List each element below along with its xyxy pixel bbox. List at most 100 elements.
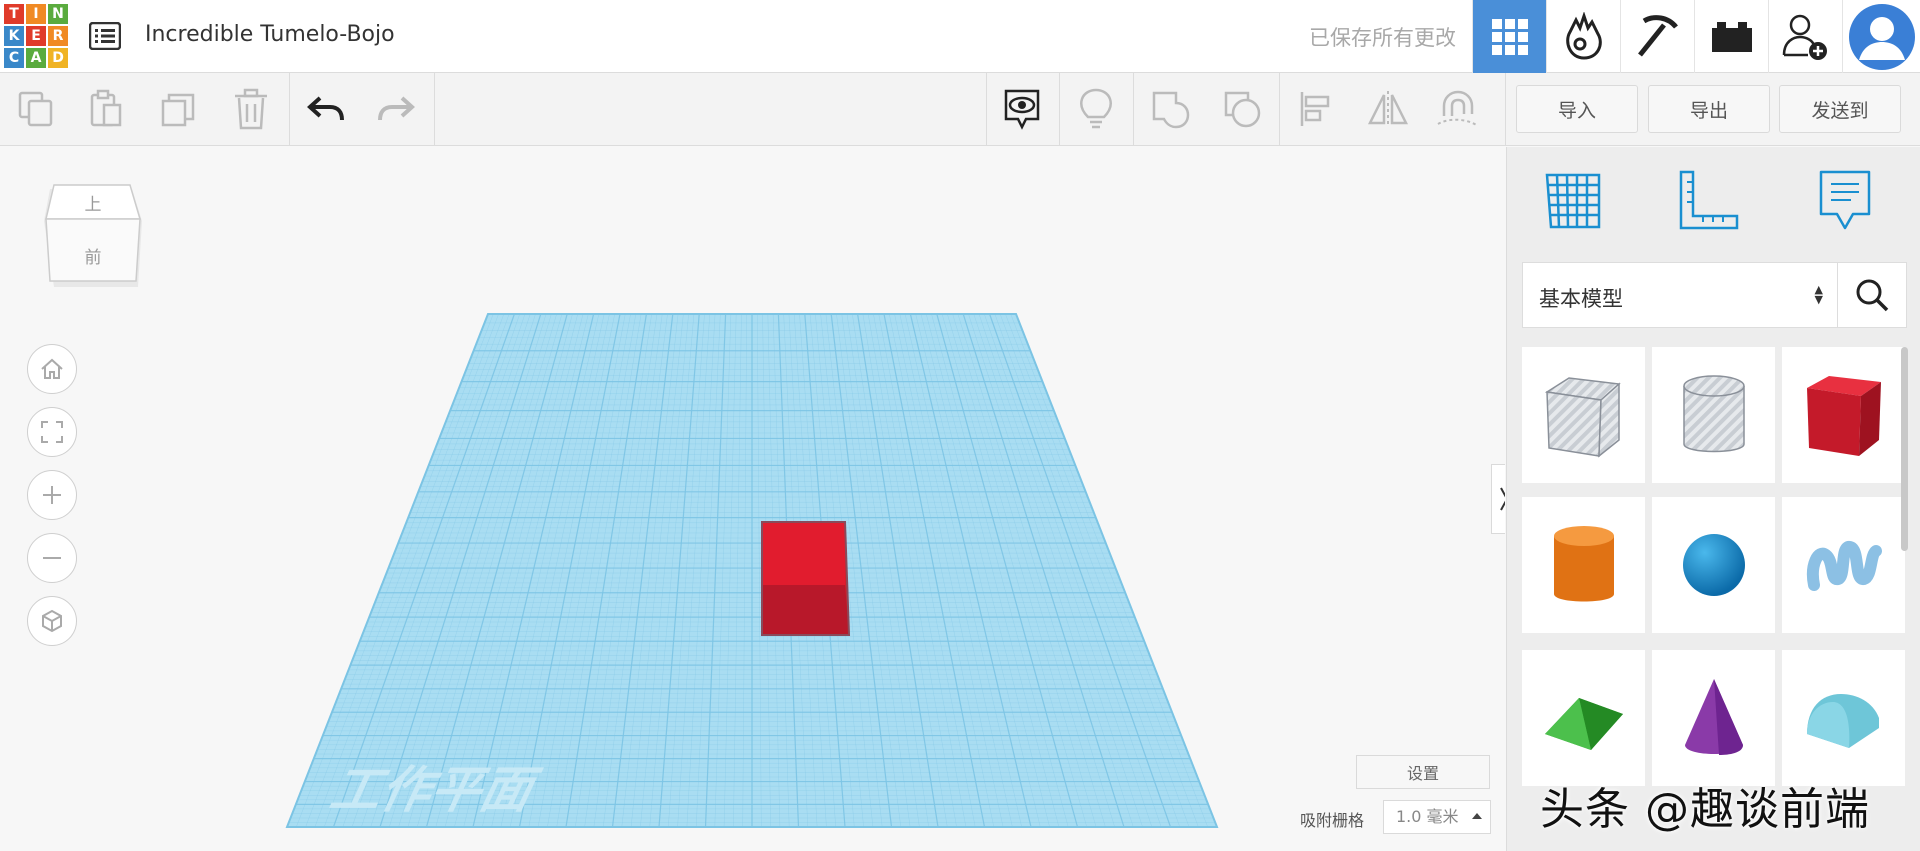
send-to-button[interactable]: 发送到 (1779, 85, 1901, 133)
tinkercad-logo[interactable]: T I N K E R C A D (4, 4, 68, 68)
group-icon (1152, 91, 1190, 129)
eye-icon (1004, 89, 1040, 130)
sphere-icon (1682, 534, 1745, 596)
toolbar-separator (1279, 73, 1280, 146)
ungroup-button[interactable] (1216, 83, 1268, 135)
workplane-grid-icon (1545, 173, 1601, 229)
toolbar-separator (986, 73, 987, 146)
redo-button[interactable] (370, 83, 422, 135)
group-button[interactable] (1144, 83, 1196, 135)
ruler-tool-button[interactable] (1674, 167, 1742, 235)
box-icon (1806, 376, 1881, 456)
shape-tile-box[interactable] (1782, 347, 1905, 483)
notes-tool-button[interactable] (1811, 167, 1879, 235)
shape-category-select[interactable]: 基本模型 ▲ ▼ (1522, 262, 1838, 328)
logo-letter: C (4, 48, 24, 68)
ungroup-icon (1224, 91, 1261, 128)
export-button[interactable]: 导出 (1648, 85, 1770, 133)
avatar-icon (1848, 3, 1915, 70)
cylinder-icon (1553, 526, 1614, 602)
show-all-button[interactable] (996, 83, 1048, 135)
undo-button[interactable] (300, 83, 352, 135)
add-user-icon (1782, 14, 1827, 60)
shapes-panel: 基本模型 ▲ ▼ (1506, 147, 1920, 851)
mirror-button[interactable] (1362, 83, 1414, 135)
toolbar-separator (434, 73, 435, 146)
cone-icon (1684, 679, 1743, 755)
magnet-icon (1437, 90, 1479, 127)
app-header: T I N K E R C A D Incredible Tumelo-Bojo… (0, 0, 1920, 73)
3d-viewport[interactable]: 上 前 工作平面 设置 吸附栅格 1.0 毫米 (0, 147, 1505, 851)
brick-icon (1711, 21, 1752, 52)
watermark: 头条 @趣谈前端 (1540, 784, 1870, 835)
search-icon (1856, 279, 1889, 312)
hole-box-icon (1544, 377, 1621, 458)
mode-bricks-button[interactable] (1620, 0, 1694, 73)
logo-letter: I (26, 4, 46, 24)
invite-user-button[interactable] (1768, 0, 1842, 73)
shape-tile-cylinder-hole[interactable] (1652, 347, 1775, 483)
project-title[interactable]: Incredible Tumelo-Bojo (145, 22, 395, 47)
logo-letter: T (4, 4, 24, 24)
panel-collapse-button[interactable] (1491, 464, 1505, 534)
shape-category-value: 基本模型 (1539, 287, 1623, 311)
grid-icon (1491, 18, 1528, 55)
profile-button[interactable] (1842, 0, 1920, 73)
settings-button[interactable]: 设置 (1356, 755, 1490, 789)
shape-tile-cylinder[interactable] (1522, 497, 1645, 633)
shape-tile-sphere[interactable] (1652, 497, 1775, 633)
panel-scrollbar[interactable] (1901, 347, 1908, 551)
round-roof-icon (1806, 694, 1879, 748)
trash-icon (235, 88, 267, 130)
cruise-button[interactable] (1432, 83, 1484, 135)
mirror-icon (1367, 91, 1409, 127)
toolbar-separator (289, 73, 290, 146)
roof-icon (1544, 698, 1623, 750)
copy-button[interactable] (10, 83, 62, 135)
shape-tile-cone[interactable] (1652, 650, 1775, 786)
mode-3d-design-button[interactable] (1472, 0, 1546, 73)
import-button[interactable]: 导入 (1516, 85, 1638, 133)
scribble-icon (1806, 541, 1882, 591)
logo-letter: N (48, 4, 68, 24)
note-icon (1819, 170, 1871, 230)
pickaxe-icon (1637, 14, 1678, 57)
shape-search-button[interactable] (1837, 262, 1907, 328)
clipboard-icon (90, 89, 122, 127)
design-list-button[interactable] (86, 18, 124, 54)
workplane-label: 工作平面 (325, 761, 546, 819)
shape-tile-box-hole[interactable] (1522, 347, 1645, 483)
logo-letter: E (26, 26, 46, 46)
delete-button[interactable] (225, 83, 277, 135)
duplicate-button[interactable] (153, 83, 205, 135)
redo-icon (378, 96, 415, 121)
align-icon (1300, 92, 1330, 126)
workplane[interactable]: 工作平面 (0, 147, 1505, 851)
workplane-tool-button[interactable] (1539, 167, 1607, 235)
shape-tile-scribble[interactable] (1782, 497, 1905, 633)
snap-grid-label: 吸附栅格 (1300, 811, 1365, 830)
duplicate-icon (161, 93, 195, 127)
align-button[interactable] (1290, 83, 1342, 135)
hole-cylinder-icon (1682, 375, 1745, 453)
logo-letter: R (48, 26, 68, 46)
mode-blocks-button[interactable] (1546, 0, 1620, 73)
red-box-shape[interactable] (761, 521, 851, 636)
paste-button[interactable] (80, 83, 132, 135)
mode-lego-button[interactable] (1694, 0, 1768, 73)
logo-letter: K (4, 26, 24, 46)
notes-button[interactable] (1070, 83, 1122, 135)
lightbulb-icon (1080, 88, 1112, 129)
copy-icon (18, 91, 53, 127)
shape-tile-round-roof[interactable] (1782, 650, 1905, 786)
snap-grid-select[interactable]: 1.0 毫米 (1383, 800, 1491, 834)
shape-tile-roof[interactable] (1522, 650, 1645, 786)
toolbar-separator (1059, 73, 1060, 146)
toolbar-separator (1133, 73, 1134, 146)
select-arrows-icon: ▲ ▼ (1814, 283, 1823, 306)
ruler-icon (1679, 170, 1739, 230)
edit-toolbar: 导入 导出 发送到 (0, 73, 1920, 146)
snap-grid-value: 1.0 毫米 (1396, 807, 1459, 826)
toolbar-separator (1505, 73, 1506, 146)
logo-letter: A (26, 48, 46, 68)
